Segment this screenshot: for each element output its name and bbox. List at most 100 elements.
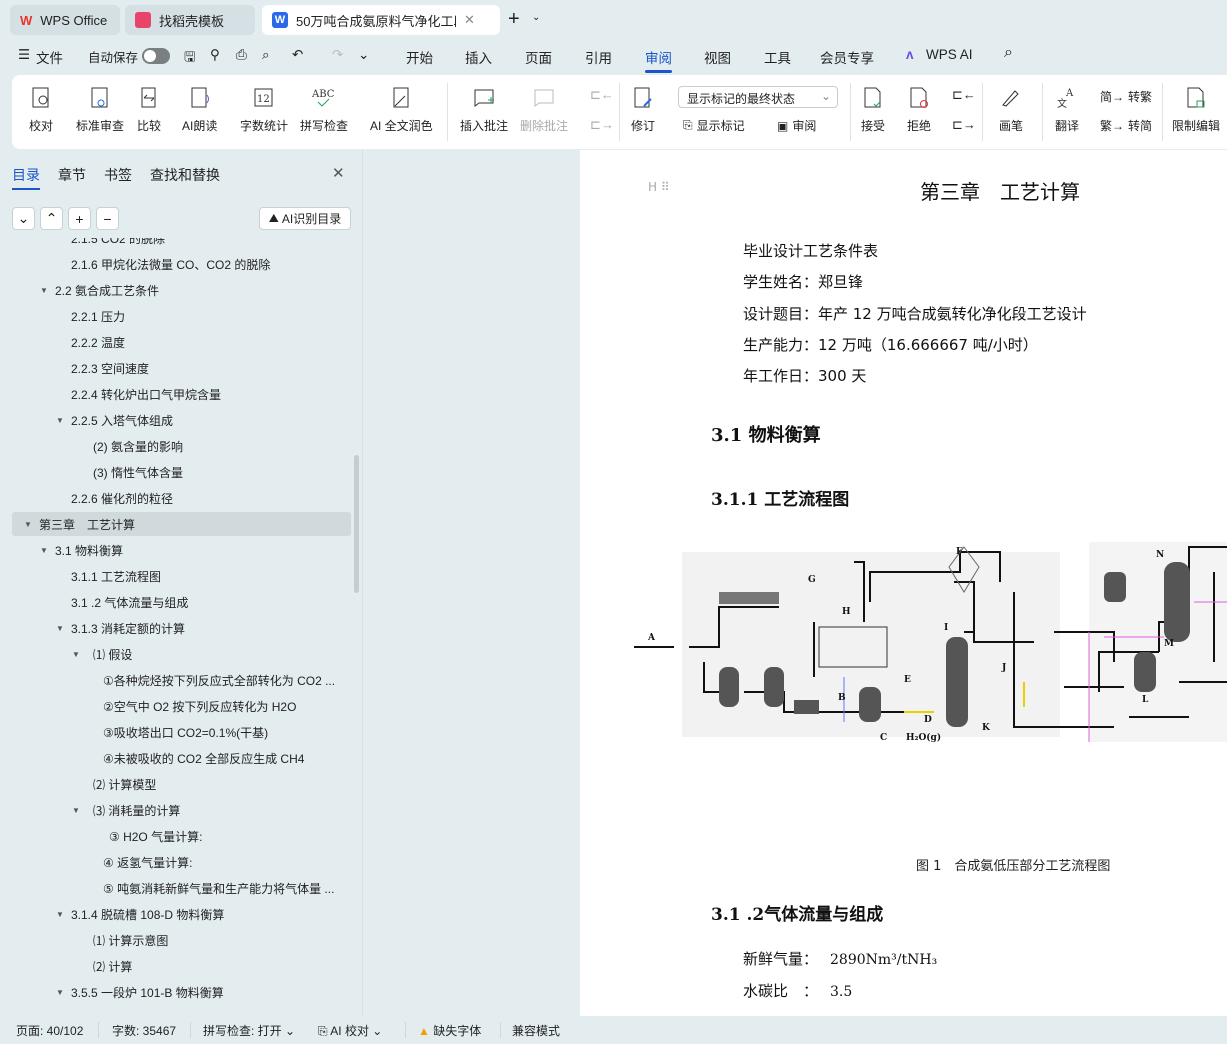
menu-member[interactable]: 会员专享 [820, 47, 874, 67]
share-icon[interactable]: ⚲ [210, 47, 220, 63]
previous-comment-icon[interactable]: ⊏← [590, 87, 614, 103]
toc-item[interactable]: ▼ 3.1.3 消耗定额的计算 [0, 616, 352, 640]
toc-item[interactable]: (2) 氨含量的影响 [0, 434, 352, 458]
expand-arrow-icon[interactable]: ▼ [56, 624, 64, 633]
print-icon[interactable]: ⎙ [236, 47, 247, 63]
search-icon[interactable]: ⌕ [1004, 44, 1013, 62]
expand-arrow-icon[interactable]: ▼ [40, 546, 48, 555]
ai-proofread-status[interactable]: ⎘ AI 校对 ⌄ [318, 1022, 382, 1039]
toc-item[interactable]: ①各种烷烃按下列反应式全部转化为 CO2 ... [0, 668, 352, 692]
expand-arrow-icon[interactable]: ▼ [40, 286, 48, 295]
toc-item[interactable]: ▼ ⑶ 消耗量的计算 [0, 798, 352, 822]
toc-item[interactable]: 2.2.6 催化剂的粒径 [0, 486, 352, 510]
toc-item[interactable]: ③ H2O 气量计算: [0, 824, 352, 848]
toc-item[interactable]: ⑵ 计算模型 [0, 772, 352, 796]
heading-drag-handle-icon[interactable]: H ⠿ [648, 180, 670, 194]
toc-item[interactable]: ⑴ 计算示意图 [0, 928, 352, 952]
toc-item[interactable]: ⑵ 计算 [0, 954, 352, 978]
delete-comment-button[interactable]: 删除批注 [520, 75, 568, 134]
toc-item[interactable]: ▼ 2.2.5 入塔气体组成 [0, 408, 352, 432]
menu-home[interactable]: 开始 [406, 47, 433, 67]
page-indicator[interactable]: 页面: 40/102 [16, 1022, 83, 1039]
word-count[interactable]: 字数: 35467 [112, 1022, 176, 1039]
toc-item[interactable]: ④未被吸收的 CO2 全部反应生成 CH4 [0, 746, 352, 770]
remove-heading-button[interactable]: − [96, 207, 119, 230]
menu-tools[interactable]: 工具 [764, 47, 791, 67]
markup-display-select[interactable]: 显示标记的最终状态 ⌄ [678, 86, 838, 108]
toc-item[interactable]: ②空气中 O2 按下列反应转化为 H2O [0, 694, 352, 718]
more-chevron-icon[interactable]: ⌄ [358, 47, 369, 63]
ai-polish-button[interactable]: AI 全文润色 [370, 75, 433, 134]
toc-item[interactable]: ▼ 第三章 工艺计算 [12, 512, 351, 536]
accept-button[interactable]: 接受 [860, 75, 886, 134]
expand-arrow-icon[interactable]: ▼ [56, 910, 64, 919]
toc-item[interactable]: 3.1.1 工艺流程图 [0, 564, 352, 588]
tab-wps-office[interactable]: W WPS Office [10, 5, 120, 35]
expand-arrow-icon[interactable]: ▼ [56, 416, 64, 425]
track-changes-button[interactable]: 修订 [630, 75, 656, 134]
expand-arrow-icon[interactable]: ▼ [72, 806, 80, 815]
collapse-button[interactable]: ⌃ [40, 207, 63, 230]
tab-document[interactable]: W 50万吨合成氨原料气净化工段 ✕ [262, 5, 500, 35]
missing-font-status[interactable]: ▲ 缺失字体 [418, 1022, 481, 1039]
toc-item[interactable]: ▼ 2.2 氨合成工艺条件 [0, 278, 352, 302]
next-comment-icon[interactable]: ⊏→ [590, 117, 614, 133]
close-tab-icon[interactable]: ✕ [464, 12, 475, 28]
nav-tab-sections[interactable]: 章节 [58, 165, 86, 185]
toc-item[interactable]: 3.1 .2 气体流量与组成 [0, 590, 352, 614]
spell-check-button[interactable]: ABC 拼写检查 [300, 75, 348, 134]
to-traditional-button[interactable]: 简→ 转繁 [1100, 88, 1152, 105]
nav-tab-find-replace[interactable]: 查找和替换 [150, 165, 220, 185]
toc-item[interactable]: 2.2.1 压力 [0, 304, 352, 328]
word-count-button[interactable]: 12 字数统计 [240, 75, 288, 134]
review-pane-button[interactable]: ▣ 审阅 [777, 117, 816, 134]
toc-item[interactable]: ④ 返氢气量计算: [0, 850, 352, 874]
ai-toc-button[interactable]: ⛰ AI识别目录 [259, 207, 351, 230]
ai-read-button[interactable]: AI朗读 [182, 75, 217, 134]
reject-button[interactable]: 拒绝 [906, 75, 932, 134]
translate-button[interactable]: A 文翻译 [1054, 75, 1080, 134]
autosave-toggle[interactable] [142, 48, 170, 64]
toc-item[interactable]: 2.2.3 空间速度 [0, 356, 352, 380]
nav-tab-toc[interactable]: 目录 [12, 165, 40, 190]
toc-item[interactable]: ▼ 3.1 物料衡算 [0, 538, 352, 562]
expand-arrow-icon[interactable]: ▼ [24, 520, 32, 529]
restrict-editing-button[interactable]: 限制编辑 [1172, 75, 1220, 134]
menu-review[interactable]: 审阅 [645, 47, 672, 73]
proofread-button[interactable]: 校对 [28, 75, 54, 134]
add-heading-button[interactable]: + [68, 207, 91, 230]
toc-item[interactable]: 2.2.2 温度 [0, 330, 352, 354]
expand-arrow-icon[interactable]: ▼ [56, 988, 64, 997]
toc-item[interactable]: ③吸收塔出口 CO2=0.1%(干基) [0, 720, 352, 744]
menu-insert[interactable]: 插入 [465, 47, 492, 67]
menu-page[interactable]: 页面 [525, 47, 552, 67]
toc-item[interactable]: 2.1.5 CO2 的脱除 [0, 238, 352, 250]
undo-icon[interactable]: ↶ [292, 47, 303, 63]
toc-item[interactable]: (3) 惰性气体含量 [0, 460, 352, 484]
pen-button[interactable]: 画笔 [998, 75, 1024, 134]
previous-change-icon[interactable]: ⊏← [952, 87, 976, 103]
compare-button[interactable]: 比较 [136, 75, 162, 134]
toc-item[interactable]: ▼ 3.1.4 脱硫槽 108-D 物料衡算 [0, 902, 352, 926]
toc-item[interactable]: ▼ ⑴ 假设 [0, 642, 352, 666]
to-simplified-button[interactable]: 繁→ 转简 [1100, 117, 1152, 134]
next-change-icon[interactable]: ⊏→ [952, 117, 976, 133]
insert-comment-button[interactable]: 插入批注 [460, 75, 508, 134]
toc-item[interactable]: 2.2.4 转化炉出口气甲烷含量 [0, 382, 352, 406]
save-icon[interactable]: 🖫 [184, 47, 196, 70]
new-tab-button[interactable]: + [508, 8, 520, 31]
nav-tab-bookmarks[interactable]: 书签 [104, 165, 132, 185]
menu-wps-ai[interactable]: WPS AI [926, 47, 973, 62]
spell-check-status[interactable]: 拼写检查: 打开 ⌄ [203, 1022, 295, 1039]
expand-all-button[interactable]: ⌄ [12, 207, 35, 230]
chevron-down-icon[interactable]: ⌄ [532, 12, 540, 23]
show-markup-button[interactable]: ⎘ 显示标记 [683, 117, 745, 134]
toc-item[interactable]: ⑤ 吨氨消耗新鲜气量和生产能力将气体量 ... [0, 876, 352, 900]
toc-item[interactable]: 2.1.6 甲烷化法微量 CO、CO2 的脱除 [0, 252, 352, 276]
menu-references[interactable]: 引用 [585, 47, 612, 67]
expand-arrow-icon[interactable]: ▼ [72, 650, 80, 659]
toc-item[interactable]: ▼ 3.5.5 一段炉 101-B 物料衡算 [0, 980, 352, 1004]
hamburger-icon[interactable]: ☰ [18, 47, 30, 63]
redo-icon[interactable]: ↷ [332, 47, 343, 63]
standard-review-button[interactable]: 标准审查 [76, 75, 124, 134]
